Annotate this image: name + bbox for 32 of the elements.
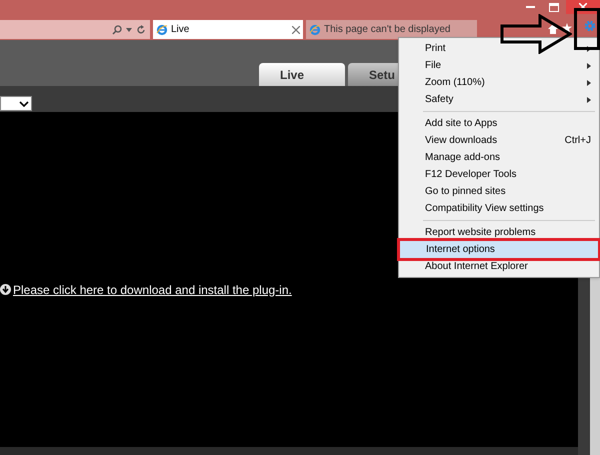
menu-item[interactable]: Internet options (400, 241, 598, 258)
menu-item[interactable]: Add site to Apps (399, 115, 599, 132)
browser-logo-icon (309, 24, 321, 36)
home-icon[interactable] (548, 24, 558, 34)
search-icon[interactable] (112, 24, 122, 34)
browser-logo-icon (156, 24, 168, 36)
refresh-icon[interactable] (136, 24, 146, 34)
menu-item[interactable]: About Internet Explorer (399, 258, 599, 275)
address-bar[interactable] (0, 20, 150, 39)
highlight-box (574, 8, 600, 50)
download-link[interactable]: Please click here to download and install the plug-in. (13, 280, 292, 298)
star-icon[interactable] (562, 23, 572, 33)
page-tab[interactable]: Live (259, 63, 345, 86)
browser-tab[interactable]: Live (153, 20, 303, 39)
menu-item[interactable]: Manage add-ons (399, 149, 599, 166)
arrow-drawing (500, 14, 572, 54)
shortcut-label: Ctrl+J (564, 134, 591, 148)
menu-item[interactable]: Report website problems (399, 224, 599, 241)
menu-item[interactable]: F12 Developer Tools (399, 166, 599, 183)
caret-icon (19, 100, 29, 106)
dropdown-icon[interactable] (126, 28, 132, 32)
browser-tab[interactable]: This page can't be displayed (306, 20, 459, 39)
close-icon[interactable] (292, 26, 300, 34)
tab-title: This page can't be displayed (324, 23, 452, 37)
menu-item[interactable]: Print (399, 40, 599, 57)
dropdown-select[interactable] (0, 96, 32, 111)
close-icon (579, 3, 587, 11)
horizontal-scrollbar[interactable] (0, 447, 578, 455)
menu-item[interactable]: Go to pinned sites (399, 183, 599, 200)
menu-item[interactable]: Compatibility View settings (399, 200, 599, 217)
menu-item[interactable]: View downloads Ctrl+J (399, 132, 599, 149)
tab-title: Live (171, 23, 190, 37)
